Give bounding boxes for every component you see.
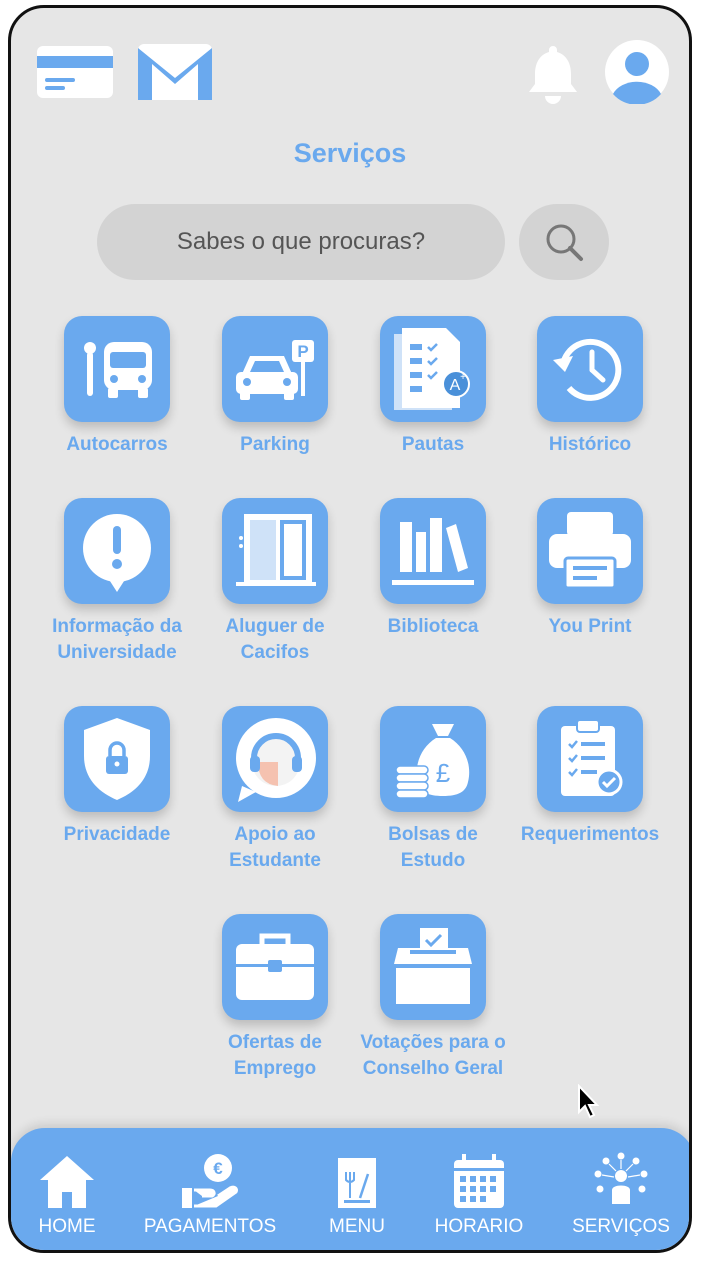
service-requerimentos[interactable]: Requerimentos <box>515 706 665 848</box>
service-cacifos[interactable]: Aluguer de Cacifos <box>200 498 350 666</box>
svg-text:A: A <box>450 377 461 394</box>
card-icon[interactable] <box>37 46 113 98</box>
mouse-cursor-icon <box>577 1083 601 1125</box>
page-title: Serviços <box>293 138 407 168</box>
printer-icon <box>537 498 643 604</box>
service-you-print[interactable]: You Print <box>515 498 665 640</box>
service-label: You Print <box>548 616 632 637</box>
avatar[interactable] <box>605 40 669 105</box>
service-ofertas-emprego[interactable]: Ofertas de Emprego <box>200 914 350 1082</box>
service-votacoes[interactable]: Votações para o Conselho Geral <box>358 914 508 1082</box>
mail-icon[interactable] <box>138 44 212 100</box>
home-icon <box>40 1156 94 1208</box>
books-icon <box>380 498 486 604</box>
briefcase-icon <box>222 914 328 1020</box>
service-label: Autocarros <box>66 434 168 455</box>
history-clock-icon <box>537 316 643 422</box>
money-bag-icon: £ <box>380 706 486 812</box>
services-people-icon <box>594 1152 648 1204</box>
nav-pagamentos[interactable]: € PAGAMENTOS <box>135 1128 285 1250</box>
nav-label: HOME <box>38 1216 96 1237</box>
service-informacao[interactable]: Informação da Universidade <box>42 498 192 666</box>
payments-euro-icon: € <box>182 1154 238 1208</box>
svg-text:+: + <box>460 372 466 383</box>
phone-screen: Serviços Autocarros P <box>8 5 692 1253</box>
service-label: Bolsas de Estudo <box>388 824 478 871</box>
shield-lock-icon <box>64 706 170 812</box>
nav-label: PAGAMENTOS <box>143 1216 277 1237</box>
service-label: Aluguer de Cacifos <box>225 616 325 663</box>
service-label: Informação da Universidade <box>52 616 182 663</box>
search-icon <box>546 224 583 261</box>
svg-text:P: P <box>297 342 308 361</box>
service-bolsas[interactable]: £ Bolsas de Estudo <box>358 706 508 874</box>
car-parking-icon: P <box>222 316 328 422</box>
service-historico[interactable]: Histórico <box>515 316 665 458</box>
nav-label: MENU <box>329 1216 385 1237</box>
bell-icon[interactable] <box>527 44 579 104</box>
clipboard-check-icon <box>537 706 643 812</box>
calendar-icon <box>454 1154 504 1208</box>
service-label: Biblioteca <box>387 616 479 637</box>
service-label: Votações para o Conselho Geral <box>360 1032 506 1079</box>
nav-label: HORARIO <box>434 1216 524 1237</box>
service-label: Pautas <box>401 434 465 455</box>
search-button[interactable] <box>519 204 609 280</box>
service-label: Apoio ao Estudante <box>229 824 321 871</box>
service-apoio[interactable]: Apoio ao Estudante <box>200 706 350 874</box>
nav-menu[interactable]: MENU <box>311 1128 403 1250</box>
nav-horario[interactable]: HORARIO <box>429 1128 529 1250</box>
service-label: Histórico <box>548 434 632 455</box>
grades-checklist-icon: A + <box>380 316 486 422</box>
ballot-box-icon <box>380 914 486 1020</box>
service-label: Privacidade <box>63 824 171 845</box>
svg-text:£: £ <box>436 758 451 788</box>
nav-servicos[interactable]: SERVIÇOS <box>567 1128 675 1250</box>
info-exclamation-icon <box>64 498 170 604</box>
service-pautas[interactable]: A + Pautas <box>358 316 508 458</box>
service-biblioteca[interactable]: Biblioteca <box>358 498 508 640</box>
service-label: Ofertas de Emprego <box>228 1032 322 1079</box>
menu-food-icon <box>338 1158 376 1208</box>
service-parking[interactable]: P Parking <box>200 316 350 458</box>
svg-text:€: € <box>213 1159 223 1178</box>
nav-label: SERVIÇOS <box>572 1216 670 1237</box>
support-headset-icon <box>222 706 328 812</box>
search-input[interactable] <box>97 204 505 280</box>
bottom-nav: HOME € PAGAMENTOS MENU HORARIO SERVIÇOS <box>11 1128 689 1250</box>
service-label: Parking <box>240 434 310 455</box>
bus-icon <box>64 316 170 422</box>
nav-home[interactable]: HOME <box>27 1128 107 1250</box>
service-label: Requerimentos <box>520 824 660 845</box>
service-autocarros[interactable]: Autocarros <box>42 316 192 458</box>
service-privacidade[interactable]: Privacidade <box>42 706 192 848</box>
lockers-icon <box>222 498 328 604</box>
